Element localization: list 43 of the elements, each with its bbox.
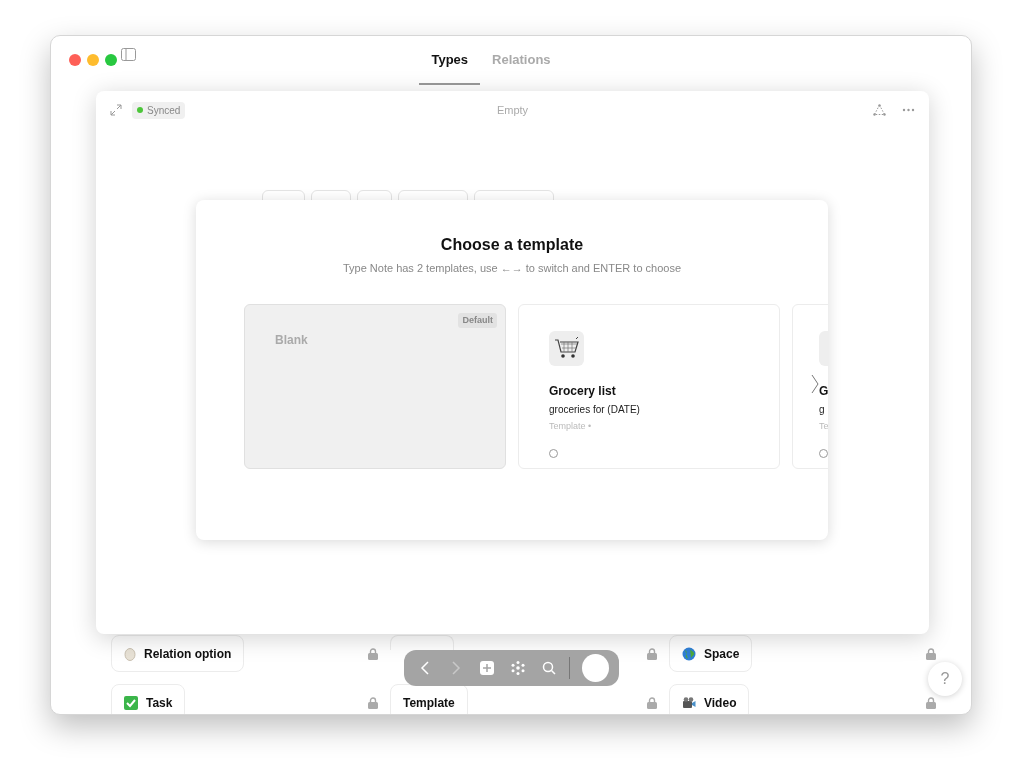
type-card[interactable]: Space bbox=[669, 635, 753, 672]
type-name: Video bbox=[704, 694, 737, 712]
type-card[interactable]: Task bbox=[111, 684, 186, 714]
template-name: Blank bbox=[275, 331, 309, 349]
chevron-right-icon[interactable] bbox=[811, 373, 819, 394]
template-name: Grocery list bbox=[549, 382, 617, 400]
template-description: g bbox=[819, 402, 826, 417]
expand-icon[interactable] bbox=[110, 104, 122, 116]
chevron-left-icon bbox=[419, 661, 430, 675]
page-title: Empty bbox=[496, 102, 529, 118]
cart-icon bbox=[553, 336, 580, 360]
type-name: Template bbox=[403, 694, 455, 712]
globe-icon bbox=[682, 646, 696, 661]
avatar[interactable] bbox=[582, 654, 609, 682]
type-name: Space bbox=[704, 645, 740, 663]
dialog-subtitle: Type Note has 2 templates, use ←→ to switch and ENTER to choose bbox=[341, 261, 683, 276]
template-card[interactable]: Grocery list groceries for (DATE) Template • bbox=[518, 303, 780, 469]
dots-icon bbox=[510, 661, 525, 675]
template-meta: Te bbox=[819, 419, 828, 433]
more-icon[interactable] bbox=[902, 108, 915, 112]
default-badge: Default bbox=[458, 312, 497, 328]
type-card[interactable]: Video bbox=[669, 684, 750, 714]
sidebar-icon[interactable] bbox=[121, 48, 136, 61]
next-template-card[interactable]: G g Te bbox=[792, 303, 828, 469]
chevron-right-icon bbox=[450, 661, 461, 675]
tab[interactable]: Types bbox=[419, 46, 481, 85]
type-card[interactable]: Relation option bbox=[111, 635, 245, 672]
plus-icon bbox=[479, 661, 494, 675]
type-name: Task bbox=[146, 694, 173, 712]
checkbox-icon bbox=[124, 695, 138, 710]
template-name: G bbox=[819, 382, 828, 400]
search-icon bbox=[541, 661, 556, 675]
graph-icon[interactable] bbox=[873, 104, 886, 116]
egg-icon bbox=[124, 646, 136, 661]
minimize-button[interactable] bbox=[87, 54, 99, 66]
dialog-title: Choose a template bbox=[439, 235, 585, 255]
template-description: groceries for (DATE) bbox=[549, 402, 641, 417]
camera-icon bbox=[682, 695, 696, 710]
zoom-button[interactable] bbox=[105, 54, 117, 66]
template-meta: Template • bbox=[549, 419, 593, 433]
close-button[interactable] bbox=[69, 54, 81, 66]
type-name: Relation option bbox=[144, 645, 232, 663]
sync-status: Synced bbox=[132, 101, 186, 119]
